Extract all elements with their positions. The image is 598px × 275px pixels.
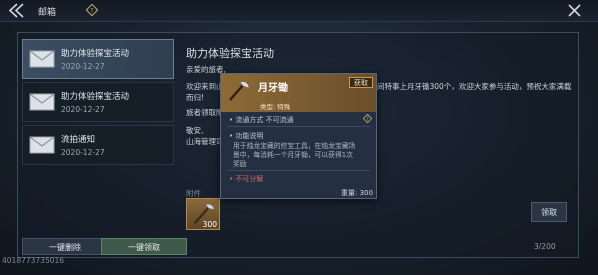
page-title: 邮箱	[38, 8, 57, 18]
item-weight: 重量: 300	[341, 189, 373, 197]
claim-all-button[interactable]: 一键领取	[101, 238, 187, 255]
info-icon[interactable]: ?	[363, 114, 372, 123]
item-circulation: • 流通方式 不可流通	[229, 116, 294, 124]
item-tooltip: 月牙锄 类型: 特殊 获取 • 流通方式 不可流通 ? • 功能说明 用于烛龙宝…	[220, 73, 377, 199]
claim-button[interactable]: 领取	[531, 202, 567, 222]
close-icon[interactable]	[567, 3, 582, 18]
player-uid: 4018773735016	[2, 256, 65, 265]
envelope-icon	[29, 93, 55, 111]
mail-item-title: 流拍通知	[61, 135, 96, 145]
mail-list: 助力体验探宝活动 2020-12-27 助力体验探宝活动 2020-12-27 …	[22, 39, 174, 168]
mail-item-date: 2020-12-27	[61, 105, 105, 114]
mail-body-line: 旅者领取附	[186, 108, 224, 117]
divider	[227, 126, 370, 127]
mail-item-title: 助力体验探宝活动	[61, 49, 130, 59]
get-button[interactable]: 获取	[349, 77, 373, 88]
delete-all-button[interactable]: 一键删除	[22, 238, 108, 255]
svg-text:?: ?	[366, 117, 369, 123]
mail-item-title: 助力体验探宝活动	[61, 92, 130, 102]
mail-item-date: 2020-12-27	[61, 148, 105, 157]
mail-signoff: 敬安,	[186, 126, 204, 135]
function-desc: 景中，每消耗一个月牙锄，可以获得1次	[233, 151, 353, 159]
svg-text:?: ?	[90, 8, 93, 15]
divider	[227, 170, 370, 171]
tooltip-header: 月牙锄 类型: 特殊 获取	[221, 74, 376, 112]
mail-list-item[interactable]: 流拍通知 2020-12-27	[22, 125, 174, 165]
help-icon[interactable]: ?	[86, 4, 98, 16]
no-decompose-note: • 不可分解	[229, 175, 264, 183]
mail-list-item[interactable]: 助力体验探宝活动 2020-12-27	[22, 39, 174, 79]
envelope-icon	[29, 136, 55, 154]
mail-item-date: 2020-12-27	[61, 62, 105, 71]
top-bar: 邮箱 ?	[0, 0, 598, 22]
mail-list-item[interactable]: 助力体验探宝活动 2020-12-27	[22, 82, 174, 122]
mail-body-line: 而归!	[186, 93, 205, 102]
mail-sender: 山海管理司	[186, 137, 224, 146]
mail-body-line: 欢迎来到山	[186, 82, 224, 91]
mail-count: 3/200	[534, 242, 556, 251]
attachment-slot[interactable]: 300	[186, 198, 220, 230]
envelope-icon	[29, 50, 55, 68]
item-name: 月牙锄	[258, 83, 288, 94]
function-desc: 奖励	[233, 160, 247, 168]
mail-body-line: 间特事上月牙锄300个，欢迎大家参与活动，预祝大家满载	[377, 82, 572, 91]
item-type: 类型: 特殊	[260, 103, 291, 111]
hoe-icon	[229, 81, 250, 101]
mail-title: 助力体验探宝活动	[186, 47, 274, 60]
attachment-quantity: 300	[202, 220, 217, 229]
back-icon[interactable]	[8, 3, 26, 18]
